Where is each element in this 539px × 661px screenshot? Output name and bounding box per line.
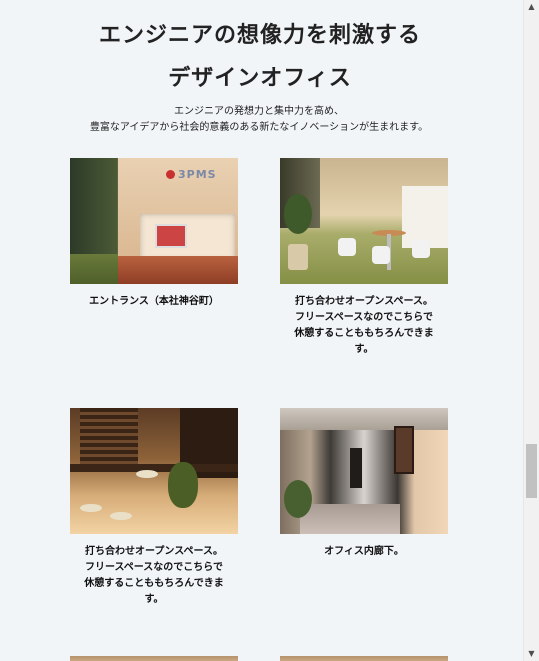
- gallery-caption: オフィス内廊下。: [324, 546, 404, 557]
- scroll-thumb[interactable]: [526, 444, 537, 498]
- gallery-caption: エントランス（本社神谷町）: [89, 296, 219, 307]
- corridor-photo: [280, 408, 448, 534]
- gallery-caption: 打ち合わせオープンスペース。 フリースペースなのでこちらで 休憩することももちろ…: [294, 296, 434, 355]
- lead-text-line-2: 豊富なアイデアから社会的意義のある新たなイノベーションが生まれます。: [89, 122, 429, 133]
- vertical-scrollbar[interactable]: ▲ ▼: [523, 0, 539, 661]
- gallery-card-corridor: オフィス内廊下。: [280, 408, 448, 560]
- scroll-down-icon[interactable]: ▼: [524, 647, 539, 661]
- next-photo-peek: [70, 656, 238, 661]
- gallery-caption: 打ち合わせオープンスペース。 フリースペースなのでこちらで 休憩することももちろ…: [84, 546, 224, 605]
- scroll-up-icon[interactable]: ▲: [524, 0, 539, 14]
- page: エンジニアの想像力を刺激する デザインオフィス エンジニアの発想力と集中力を高め…: [0, 0, 524, 661]
- open-space-evening-photo: [70, 408, 238, 534]
- section-title-line-2: デザインオフィス: [168, 66, 352, 91]
- gallery-card-open-space: 打ち合わせオープンスペース。 フリースペースなのでこちらで 休憩することももちろ…: [280, 158, 448, 358]
- company-logo: 3PMS: [166, 168, 230, 184]
- entrance-photo: 3PMS: [70, 158, 238, 284]
- gallery-card-open-space-evening: 打ち合わせオープンスペース。 フリースペースなのでこちらで 休憩することももちろ…: [70, 408, 238, 608]
- section-title-line-1: エンジニアの想像力を刺激する: [98, 23, 421, 48]
- gallery-card-entrance: 3PMS エントランス（本社神谷町）: [70, 158, 238, 310]
- open-space-photo: [280, 158, 448, 284]
- lead-text-line-1: エンジニアの発想力と集中力を高め、: [174, 106, 344, 117]
- next-photo-peek: [280, 656, 448, 661]
